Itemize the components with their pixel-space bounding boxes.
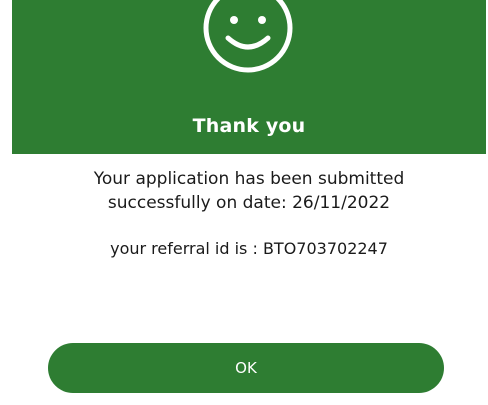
dialog-header: Thank you [12, 0, 486, 154]
dialog-title: Thank you [192, 115, 306, 137]
ok-button[interactable]: OK [48, 343, 444, 393]
message-line-2: successfully on date: 26/11/2022 [107, 193, 391, 213]
success-dialog: Thank you Your application has been subm… [0, 0, 488, 405]
message-line-1: Your application has been submitted [93, 169, 405, 189]
referral-id-text: your referral id is : BTO703702247 [110, 239, 388, 258]
confirmation-message: Your application has been submitted succ… [12, 167, 486, 215]
smiley-face-icon [203, 0, 293, 73]
